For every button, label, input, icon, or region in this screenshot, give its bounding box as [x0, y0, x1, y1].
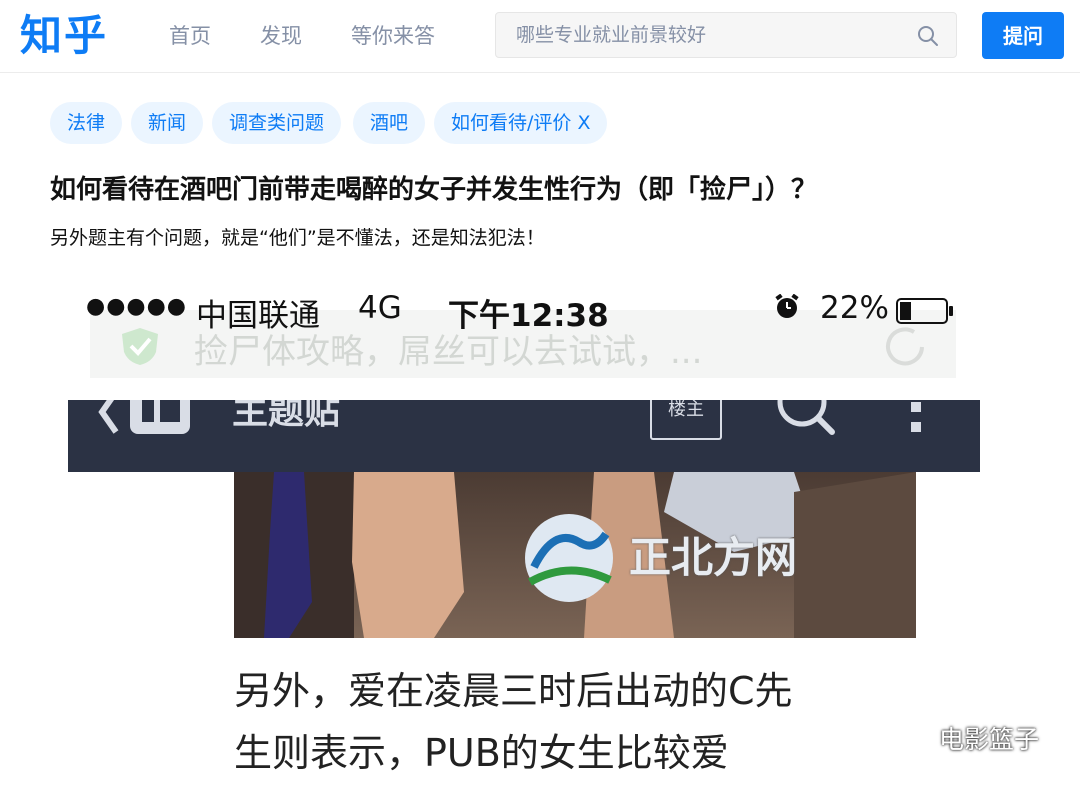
- search-box[interactable]: [495, 12, 957, 58]
- photo-watermark: 正北方网: [629, 533, 798, 582]
- caption-line-2: 生则表示，PUB的女生比较爱: [234, 731, 729, 775]
- more-vertical-icon: [911, 402, 921, 432]
- nav-waiting-answers[interactable]: 等你来答: [351, 22, 435, 50]
- watermark-text: 电影篮子: [939, 725, 1040, 754]
- app-search-icon: [777, 400, 835, 435]
- battery-percent: 22%: [820, 290, 889, 326]
- back-icon: [98, 400, 190, 434]
- alarm-clock-icon: [775, 294, 799, 318]
- tag-bar[interactable]: 酒吧: [353, 102, 426, 144]
- news-photo: 正北方网: [234, 472, 916, 638]
- app-title-bar: 主题贴 楼主: [68, 400, 980, 472]
- photo-image: [234, 472, 916, 638]
- tag-news[interactable]: 新闻: [131, 102, 204, 144]
- embedded-phone-screenshot: 捡尸体攻略，屌丝可以去试试，... ●●●●● 中国联通 4G 下午12:38 …: [68, 280, 980, 787]
- wechat-icon: [895, 724, 933, 755]
- screenshot-caption: 另外，爱在凌晨三时后出动的C先 生则表示，PUB的女生比较爱: [234, 660, 934, 784]
- search-icon[interactable]: [916, 24, 940, 48]
- signal-dots: ●●●●●: [86, 294, 187, 319]
- tag-investigation[interactable]: 调查类问题: [212, 102, 342, 144]
- app-title: 主题贴: [232, 400, 341, 432]
- ask-question-button[interactable]: 提问: [982, 12, 1064, 59]
- zhihu-logo[interactable]: 知乎: [20, 10, 108, 62]
- question-detail: 另外题主有个问题，就是“他们”是不懂法，还是知法犯法！: [50, 227, 545, 249]
- question-title[interactable]: 如何看待在酒吧门前带走喝醉的女子并发生性行为（即「捡尸」）？: [50, 170, 1060, 210]
- caption-line-1: 另外，爱在凌晨三时后出动的C先: [234, 669, 793, 713]
- network-type: 4G: [358, 290, 402, 326]
- phone-status-bar: ●●●●● 中国联通 4G 下午12:38 22%: [68, 280, 980, 344]
- nav-discover[interactable]: 发现: [260, 22, 302, 50]
- status-time: 下午12:38: [448, 298, 609, 334]
- nav-home[interactable]: 首页: [169, 22, 211, 50]
- search-input[interactable]: [516, 23, 896, 47]
- battery-icon: [896, 298, 953, 324]
- tag-law[interactable]: 法律: [50, 102, 123, 144]
- op-badge: 楼主: [650, 400, 722, 440]
- carrier-name: 中国联通: [196, 298, 320, 334]
- top-nav-bar: 知乎 首页 发现 等你来答 提问: [0, 0, 1080, 73]
- tag-how-to-view[interactable]: 如何看待/评价 X: [434, 102, 608, 144]
